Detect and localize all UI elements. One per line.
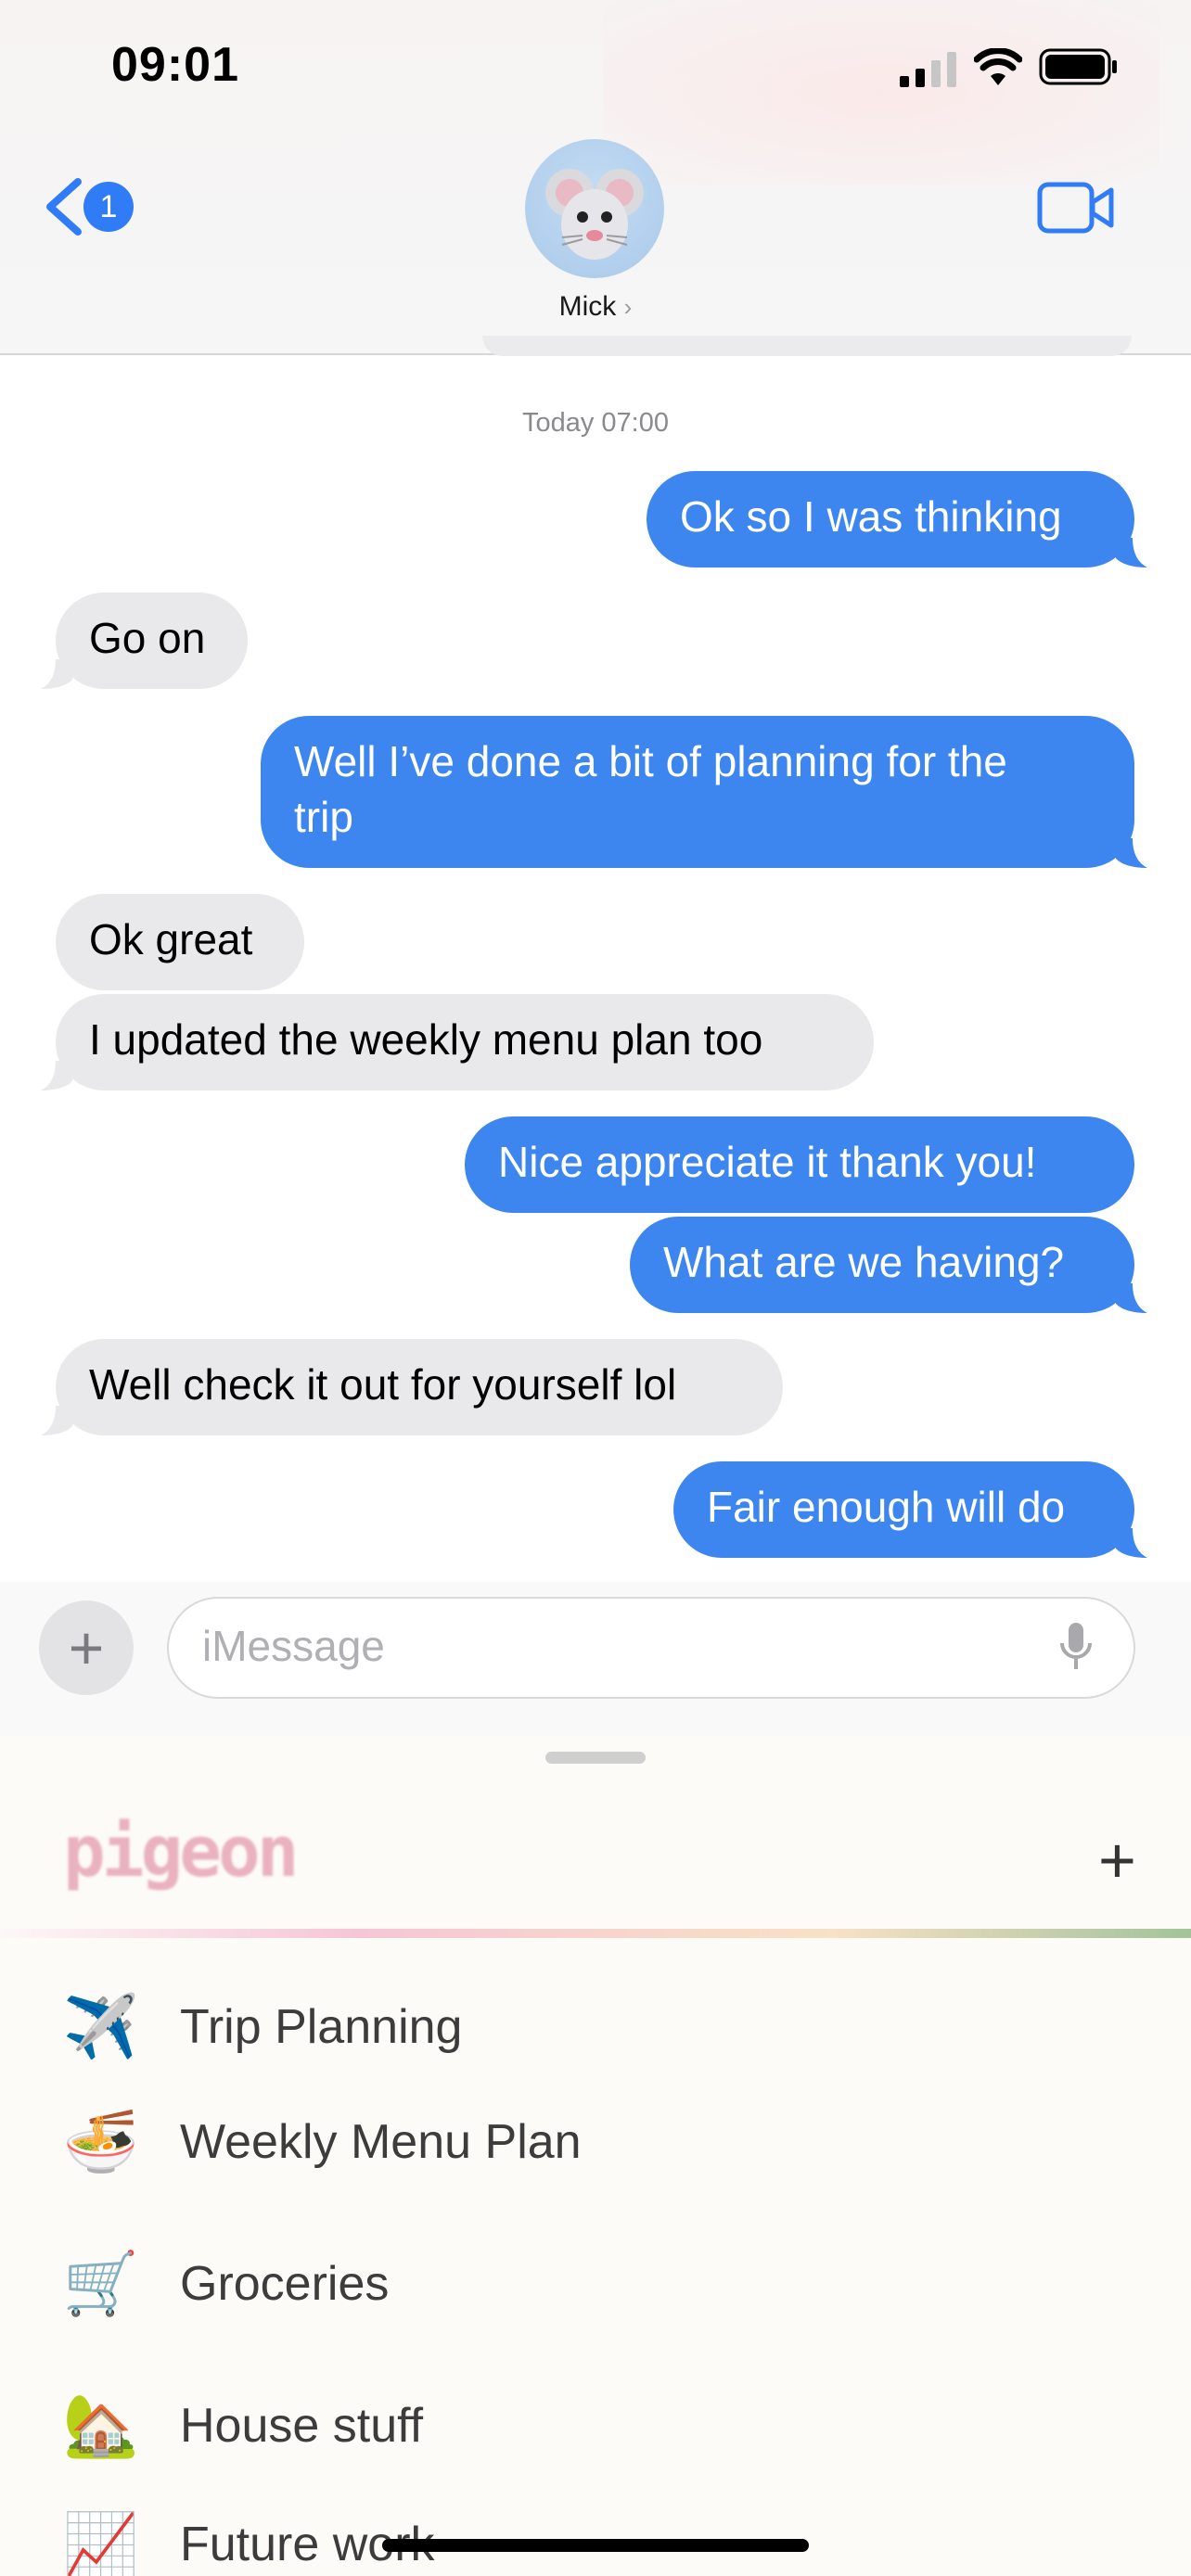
bubble-tail xyxy=(41,659,72,689)
list-item-groceries[interactable]: 🛒 Groceries xyxy=(59,2219,1135,2349)
list-item-label: Weekly Menu Plan xyxy=(180,2115,582,2169)
airplane-icon: ✈️ xyxy=(62,1992,140,2060)
cellular-signal-icon xyxy=(900,52,956,87)
list-item-trip-planning[interactable]: ✈️ Trip Planning xyxy=(59,1962,1135,2092)
video-call-icon[interactable] xyxy=(1037,182,1115,234)
outgoing-message[interactable]: Fair enough will do xyxy=(673,1461,1134,1558)
outgoing-message[interactable]: Well I’ve done a bit of planning for the… xyxy=(261,716,1134,868)
message-text-line: Well I’ve done a bit of planning for the xyxy=(294,737,1007,785)
bubble-tail xyxy=(1116,838,1147,868)
add-list-button[interactable]: + xyxy=(1098,1823,1136,1897)
message-input-placeholder: iMessage xyxy=(202,1622,385,1670)
microphone-icon[interactable] xyxy=(1057,1621,1095,1677)
apps-plus-button[interactable]: + xyxy=(39,1600,134,1695)
mouse-memoji-icon xyxy=(545,169,644,260)
list-item-label: Groceries xyxy=(180,2257,390,2311)
bubble-tail xyxy=(1116,1283,1147,1313)
pigeon-logo: pigeon xyxy=(63,1810,300,1893)
outgoing-message[interactable]: Nice appreciate it thank you! xyxy=(465,1116,1134,1213)
wifi-icon xyxy=(974,48,1022,85)
avatar[interactable] xyxy=(525,139,664,278)
list-item-house-stuff[interactable]: 🏡 House stuff xyxy=(59,2361,1135,2491)
battery-icon xyxy=(1039,48,1117,85)
message-text-line: trip xyxy=(294,793,353,841)
chart-increasing-icon: 📈 xyxy=(62,2510,140,2576)
back-unread-badge[interactable]: 1 xyxy=(83,182,134,232)
bubble-tail xyxy=(1116,538,1147,567)
outgoing-message[interactable]: What are we having? xyxy=(630,1217,1134,1313)
bubble-tail xyxy=(1116,1528,1147,1558)
incoming-message[interactable]: Go on xyxy=(56,593,248,689)
list-item-label: Trip Planning xyxy=(180,2000,463,2054)
outgoing-message[interactable]: Ok so I was thinking xyxy=(647,471,1134,567)
contact-name-link[interactable]: Mick › xyxy=(529,291,662,323)
house-with-garden-icon: 🏡 xyxy=(62,2391,140,2459)
incoming-message[interactable]: Ok great xyxy=(56,894,304,990)
chevron-right-icon: › xyxy=(623,293,633,321)
bubble-tail xyxy=(41,1406,72,1435)
list-item-weekly-menu-plan[interactable]: 🍜 Weekly Menu Plan xyxy=(59,2077,1135,2207)
home-indicator[interactable] xyxy=(382,2539,809,2552)
shopping-cart-icon: 🛒 xyxy=(62,2249,140,2317)
incoming-message[interactable]: Well check it out for yourself lol xyxy=(56,1339,783,1435)
status-time: 09:01 xyxy=(111,38,239,92)
gradient-divider xyxy=(0,1929,1191,1938)
list-item-label: House stuff xyxy=(180,2399,424,2453)
contact-name: Mick xyxy=(558,291,617,322)
message-timestamp: Today 07:00 xyxy=(521,408,669,438)
plus-icon: + xyxy=(68,1613,105,1682)
previous-message-bubble xyxy=(482,336,1132,356)
incoming-message[interactable]: I updated the weekly menu plan too xyxy=(56,994,874,1090)
header-tint xyxy=(603,0,1159,185)
bubble-tail xyxy=(41,1061,72,1090)
noodle-bowl-icon: 🍜 xyxy=(62,2107,140,2175)
panel-grabber-handle[interactable] xyxy=(545,1752,646,1764)
back-chevron-icon[interactable] xyxy=(41,176,85,237)
